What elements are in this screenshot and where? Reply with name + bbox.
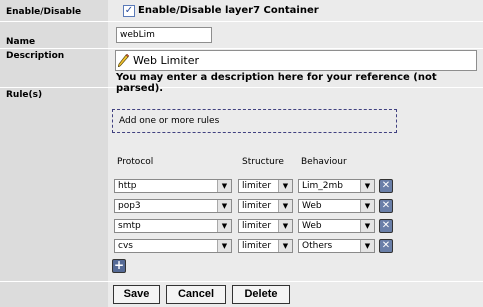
structure-value: limiter [242,181,272,191]
chevron-down-icon: ▼ [278,200,292,212]
structure-value: limiter [242,241,272,251]
structure-value: limiter [242,201,272,211]
header-behaviour: Behaviour [301,157,347,167]
enable-checkbox-label[interactable]: Enable/Disable layer7 Container [138,5,319,16]
delete-row-icon[interactable]: ✕ [379,199,393,213]
behaviour-value: Web [302,201,322,211]
header-protocol: Protocol [117,157,154,167]
enable-checkbox[interactable]: ✓ [123,5,135,17]
rules-drop-area[interactable]: Add one or more rules [112,109,397,133]
protocol-value: pop3 [118,201,141,211]
protocol-select[interactable]: smtp ▼ [114,219,232,233]
chevron-down-icon: ▼ [360,200,374,212]
description-hint: You may enter a description here for you… [116,72,437,94]
behaviour-value: Lim_2mb [302,181,343,191]
cancel-button[interactable]: Cancel [166,285,226,304]
enable-label: Enable/Disable [6,7,82,17]
delete-row-icon[interactable]: ✕ [379,219,393,233]
chevron-down-icon: ▼ [278,220,292,232]
buttons-label-cell [0,282,108,307]
buttons-field-cell [108,282,483,307]
chevron-down-icon: ▼ [360,180,374,192]
behaviour-select[interactable]: Web ▼ [298,219,375,233]
behaviour-value: Others [302,241,333,251]
structure-select[interactable]: limiter ▼ [238,239,293,253]
pencil-icon [118,53,130,67]
name-label-cell: Name [0,22,108,48]
protocol-select[interactable]: cvs ▼ [114,239,232,253]
enable-label-cell: Enable/Disable [0,0,108,21]
chevron-down-icon: ▼ [360,240,374,252]
protocol-value: smtp [118,221,141,231]
description-label: Description [6,51,65,61]
chevron-down-icon: ▼ [217,220,231,232]
chevron-down-icon: ▼ [360,220,374,232]
protocol-select[interactable]: http ▼ [114,179,232,193]
structure-value: limiter [242,221,272,231]
structure-select[interactable]: limiter ▼ [238,199,293,213]
description-label-cell: Description [0,49,108,87]
chevron-down-icon: ▼ [278,180,292,192]
rules-placeholder: Add one or more rules [119,116,220,126]
delete-row-icon[interactable]: ✕ [379,179,393,193]
header-structure: Structure [242,157,284,167]
structure-select[interactable]: limiter ▼ [238,219,293,233]
behaviour-select[interactable]: Web ▼ [298,199,375,213]
protocol-value: http [118,181,137,191]
behaviour-select[interactable]: Lim_2mb ▼ [298,179,375,193]
structure-select[interactable]: limiter ▼ [238,179,293,193]
chevron-down-icon: ▼ [217,240,231,252]
protocol-select[interactable]: pop3 ▼ [114,199,232,213]
delete-row-icon[interactable]: ✕ [379,239,393,253]
save-button[interactable]: Save [113,285,160,304]
rules-label-cell: Rule(s) [0,88,108,281]
behaviour-select[interactable]: Others ▼ [298,239,375,253]
rules-label: Rule(s) [6,90,43,100]
delete-button[interactable]: Delete [232,285,290,304]
name-input[interactable]: webLim [116,27,212,43]
name-label: Name [6,37,36,47]
chevron-down-icon: ▼ [217,180,231,192]
chevron-down-icon: ▼ [278,240,292,252]
chevron-down-icon: ▼ [217,200,231,212]
protocol-value: cvs [118,241,133,251]
behaviour-value: Web [302,221,322,231]
add-row-icon[interactable]: + [112,259,126,273]
description-input[interactable]: Web Limiter [115,50,477,71]
